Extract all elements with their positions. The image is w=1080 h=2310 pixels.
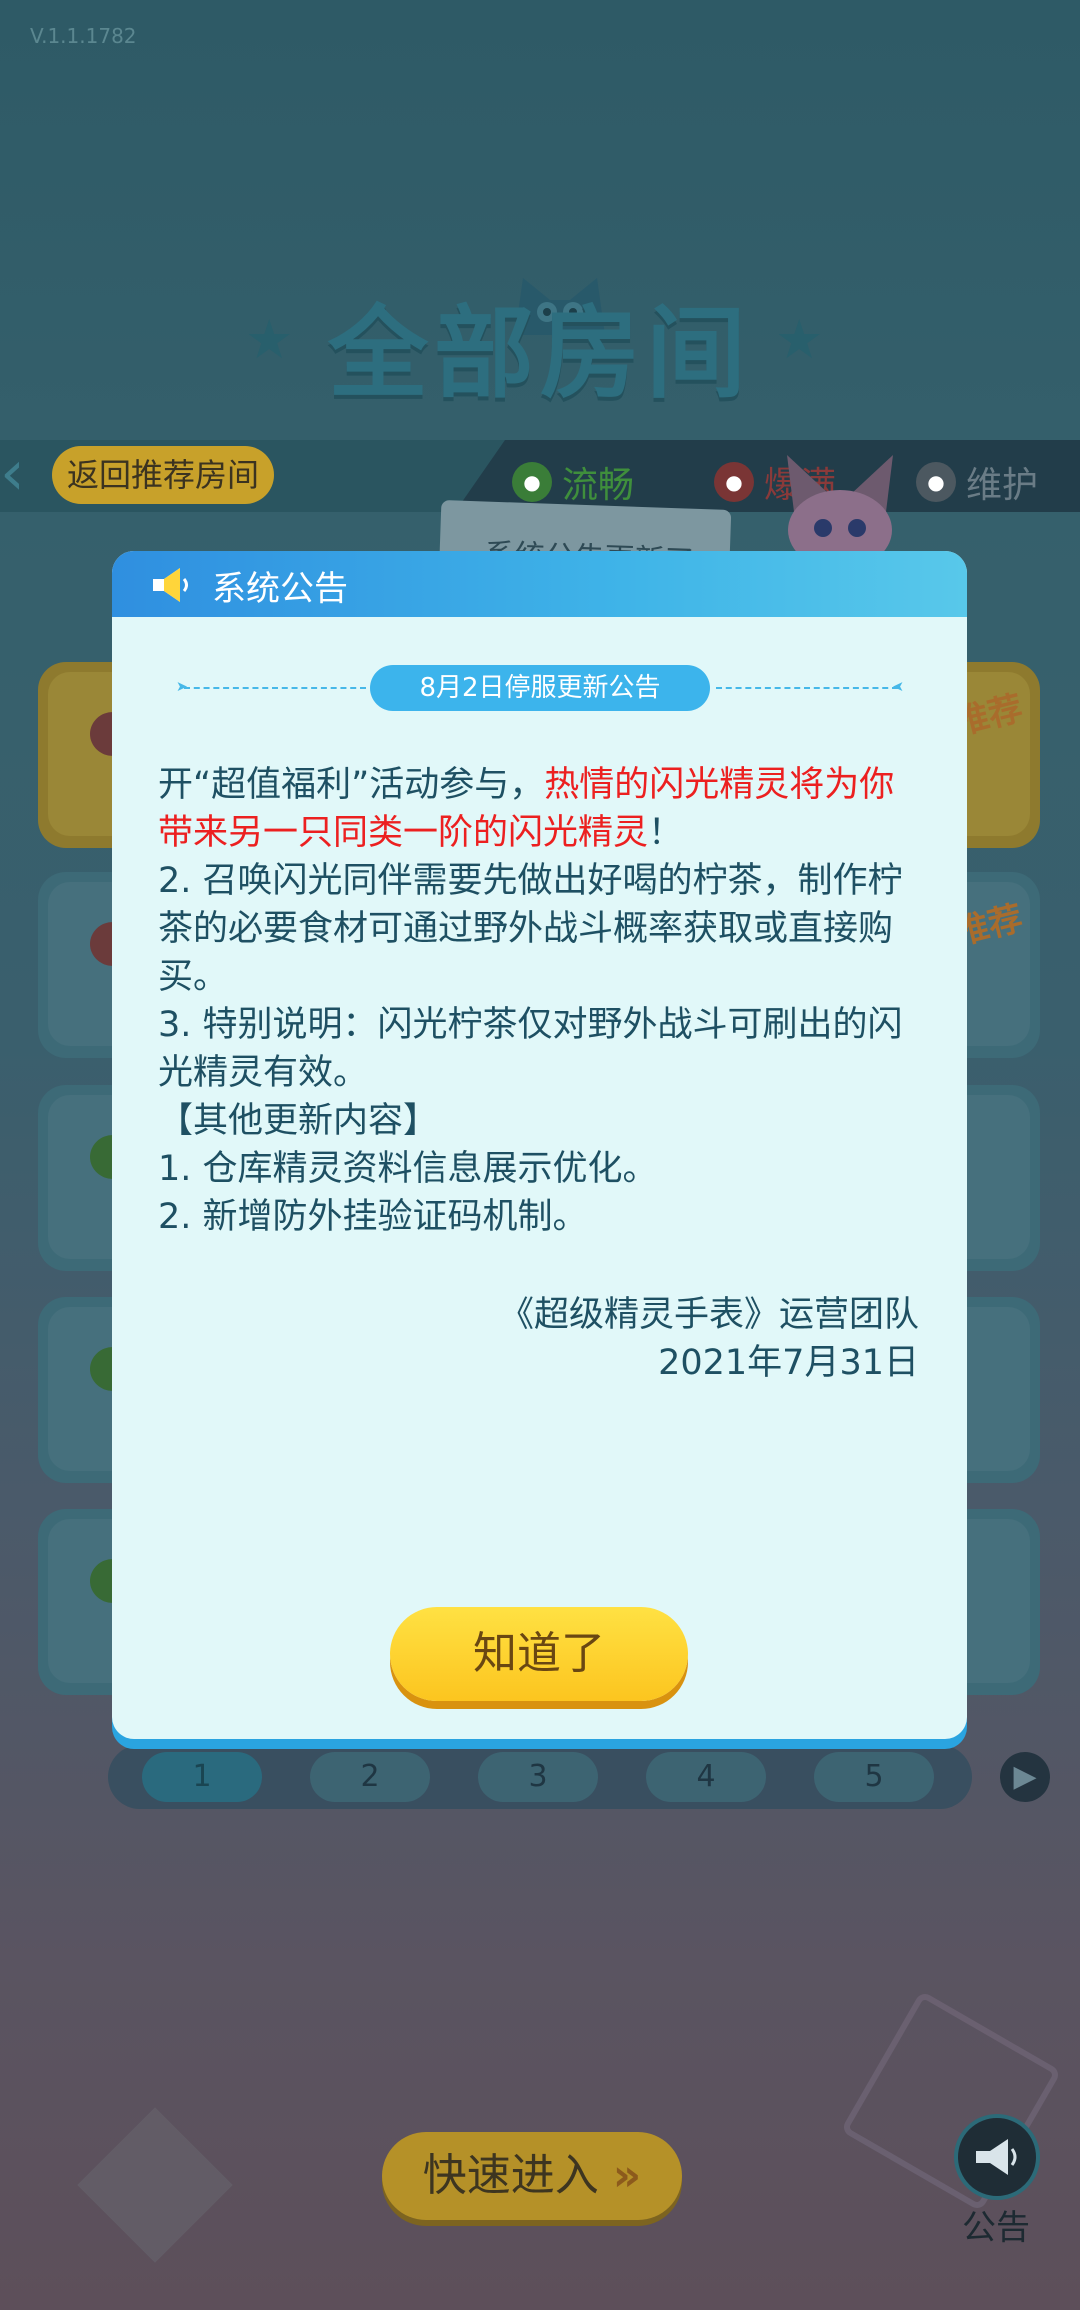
section-heading: 【其他更新内容】	[158, 1101, 439, 1141]
dialog-title: 系统公告	[212, 569, 348, 609]
pig-icon: ●	[916, 462, 956, 502]
megaphone-icon	[153, 568, 188, 602]
page-button-4[interactable]: 4	[646, 1752, 766, 1802]
page-button-2[interactable]: 2	[310, 1752, 430, 1802]
status-maintain: ● 维护	[916, 456, 1038, 508]
body-line-1: 开“超值福利”活动参与，热情的闪光精灵将为你带来另一只同类一阶的闪光精灵！	[158, 765, 895, 853]
body-line-3: 3. 特别说明：闪光柠茶仅对野外战斗可刷出的闪光精灵有效。	[158, 1005, 903, 1093]
status-maintain-label: 维护	[966, 465, 1039, 506]
pig-icon: ●	[714, 462, 754, 502]
signature-date: 2021年7月31日	[658, 1343, 919, 1383]
got-it-button[interactable]: 知道了	[390, 1607, 688, 1701]
update-item-1: 1. 仓库精灵资料信息展示优化。	[158, 1149, 658, 1189]
megaphone-icon	[976, 2139, 1017, 2175]
version-label: V.1.1.1782	[30, 24, 137, 48]
body-line-2: 2. 召唤闪光同伴需要先做出好喝的柠茶，制作柠茶的必要食材可通过野外战斗概率获取…	[158, 861, 903, 997]
system-announcement-dialog: 系统公告 ➤ 8月2日停服更新公告 ➤ 开“超值福利”活动参与，热情的闪光精灵将…	[112, 551, 967, 1739]
divider-arrow-icon: ➤	[892, 679, 904, 695]
decor-diamond	[77, 2107, 233, 2263]
divider-line	[184, 687, 366, 689]
status-smooth: ● 流畅	[512, 456, 634, 508]
page-button-5[interactable]: 5	[814, 1752, 934, 1802]
update-item-2: 2. 新增防外挂验证码机制。	[158, 1197, 588, 1237]
announcement-label: 公告	[962, 2208, 1030, 2248]
quick-enter-label: 快速进入	[422, 2150, 599, 2201]
dialog-header: 系统公告	[112, 551, 967, 617]
status-smooth-label: 流畅	[562, 465, 635, 506]
divider-line	[716, 687, 898, 689]
next-page-icon[interactable]: ▶	[1000, 1752, 1050, 1802]
page-title: 全部房间	[328, 295, 752, 412]
page-button-1[interactable]: 1	[142, 1752, 262, 1802]
quick-enter-button[interactable]: 快速进入 »	[382, 2132, 682, 2220]
double-chevron-icon: »	[612, 2150, 642, 2201]
announcement-subtitle: 8月2日停服更新公告	[370, 665, 710, 711]
announcement-body: 开“超值福利”活动参与，热情的闪光精灵将为你带来另一只同类一阶的闪光精灵！ 2.…	[158, 761, 928, 1241]
back-arrow-icon[interactable]: ‹	[0, 440, 45, 512]
page-button-3[interactable]: 3	[478, 1752, 598, 1802]
announcement-button[interactable]	[954, 2114, 1040, 2200]
signature-team: 《超级精灵手表》运营团队	[498, 1295, 919, 1335]
pig-icon: ●	[512, 462, 552, 502]
back-to-recommended-button[interactable]: 返回推荐房间	[52, 446, 274, 504]
signature-block: 《超级精灵手表》运营团队 2021年7月31日	[499, 1291, 919, 1387]
